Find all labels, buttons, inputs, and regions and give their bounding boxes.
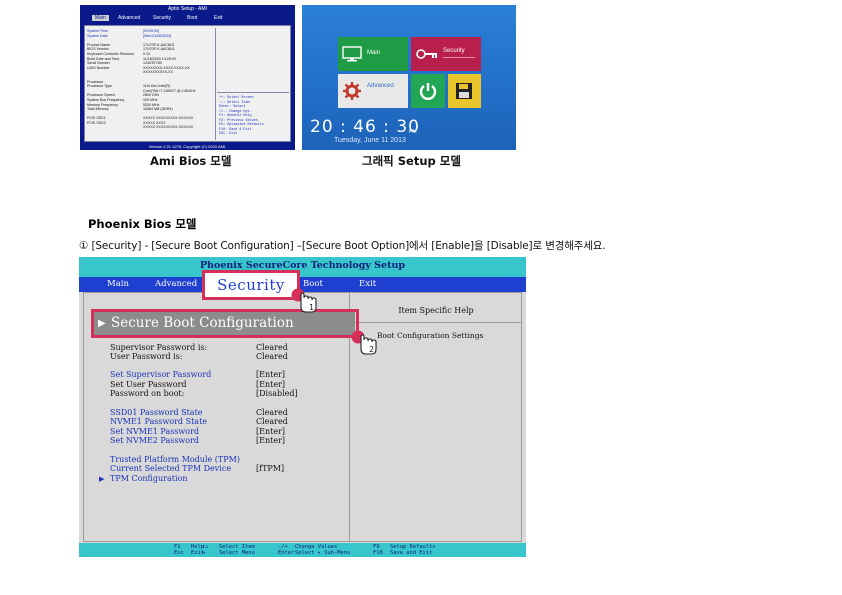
ami-info-value: XXXXX XXXXXXXXX-XXXXXX (143, 125, 194, 130)
hand-cursor-icon: 2 (351, 330, 377, 355)
graphic-setup-screenshot: Main Security Advanced 20: 46: 30 PM T… (302, 5, 516, 150)
phoenix-menu-exit[interactable]: Exit (359, 279, 376, 289)
clock-time: 20 : 46 : 30 (310, 117, 420, 137)
clock-ampm: PM (409, 129, 417, 135)
phoenix-footer-key: Enter (278, 550, 295, 556)
ami-info-list: System Time [09:09:00] System Date [Wed 01/… (87, 29, 213, 130)
key-icon (416, 49, 437, 59)
phoenix-bios-screenshot: Phoenix SecureCore Technology Setup Main… (79, 257, 526, 557)
phoenix-setting-label[interactable]: Set Supervisor Password (110, 370, 211, 380)
phoenix-setting-label[interactable]: Set NVME2 Password (110, 436, 199, 446)
instruction-text: ① [Security] - [Secure Boot Configuratio… (79, 240, 606, 252)
phoenix-setting-value: [Disabled] (256, 389, 298, 398)
phoenix-help-separator (350, 322, 522, 323)
monitor-icon (342, 46, 362, 62)
phoenix-setting-value: [Enter] (256, 370, 286, 379)
security-highlight-box[interactable]: Security (202, 270, 300, 300)
tile-main[interactable]: Main (338, 37, 408, 71)
tile-main-label: Main (367, 50, 381, 56)
marker-2: 2 (369, 345, 374, 354)
caption-graphic-setup: 그래픽 Setup 모델 (362, 154, 461, 168)
phoenix-setting-label[interactable]: TPM Configuration (110, 474, 188, 484)
phoenix-setting-label: Password on boot: (110, 389, 185, 398)
ami-help-list: ++: Select Screen ↑↓: Select Item Enter: S… (219, 96, 289, 137)
phoenix-footer-key: ↔ (202, 550, 206, 556)
ami-menu-security[interactable]: Security (153, 15, 171, 21)
tile-security-subline (443, 57, 475, 58)
phoenix-setting-label: User Password is: (110, 352, 183, 361)
phoenix-footer-text: Save and Exit (390, 550, 433, 556)
ami-menu-main[interactable]: Main (92, 15, 109, 21)
phoenix-setting-value: Cleared (256, 417, 288, 426)
phoenix-menu-main[interactable]: Main (107, 279, 129, 289)
section-title: Phoenix Bios 모델 (88, 217, 197, 231)
ami-info-row: XXXXX XXXXXXXXX-XXXXXX (87, 125, 213, 130)
ami-menu-bar: Main Advanced Security Boot Exit (80, 15, 295, 23)
ami-footer: Version 2.21.1278. Copyright (C) 2020 AM… (148, 144, 227, 149)
power-icon (419, 83, 437, 100)
hand-cursor-icon: 1 (291, 288, 317, 313)
phoenix-setting-value: [fTPM] (256, 464, 285, 473)
phoenix-setting-value: [Enter] (256, 436, 286, 445)
phoenix-help-text: Boot Configuration Settings (377, 331, 484, 340)
phoenix-footer-key: F10 (373, 550, 383, 556)
marker-1: 1 (309, 303, 314, 312)
clock-date: Tuesday, June 11 2013 (334, 137, 406, 144)
tile-save[interactable] (448, 74, 481, 108)
tile-advanced-label: Advanced (367, 83, 394, 89)
tile-power[interactable] (411, 74, 445, 108)
phoenix-setting-label[interactable]: NVME1 Password State (110, 417, 207, 427)
gear-icon (343, 82, 361, 100)
submenu-arrow-icon: ▶ (99, 475, 105, 483)
ami-title: Aptio Setup - AMI (168, 6, 207, 12)
tile-advanced[interactable]: Advanced (338, 74, 408, 108)
ami-menu-boot[interactable]: Boot (187, 15, 197, 21)
ami-divider (215, 28, 216, 140)
ami-bios-screenshot: Aptio Setup - AMI Main Advanced Security… (80, 5, 295, 150)
ami-menu-advanced[interactable]: Advanced (118, 15, 140, 21)
floppy-disk-icon (456, 83, 472, 99)
phoenix-help-title: Item Specific Help (398, 306, 474, 315)
ami-help-line: ESC: Exit (219, 132, 238, 136)
ami-menu-exit[interactable]: Exit (214, 15, 222, 21)
phoenix-footer: F1 Help Esc Exit ↑↓ Select Item ↔ Select Menu -/… (79, 543, 526, 557)
tile-security[interactable]: Security (411, 37, 481, 71)
phoenix-footer-text: Select Menu (219, 550, 255, 556)
phoenix-setting-label[interactable]: Current Selected TPM Device (110, 464, 231, 474)
phoenix-setting-value: Cleared (256, 352, 288, 361)
ami-help-separator (217, 92, 289, 93)
caption-ami: Ami Bios 모델 (150, 154, 232, 168)
phoenix-menu-advanced[interactable]: Advanced (155, 279, 197, 289)
tile-security-label: Security (443, 48, 465, 54)
phoenix-title: Phoenix SecureCore Technology Setup (79, 257, 526, 277)
phoenix-footer-text: Select ▸ Sub-Menu (295, 550, 351, 556)
phoenix-menu-security[interactable]: Security (205, 273, 297, 297)
phoenix-footer-key: Esc (174, 550, 184, 556)
ami-main-panel: System Time [09:09:00] System Date [Wed 01/… (84, 25, 291, 142)
